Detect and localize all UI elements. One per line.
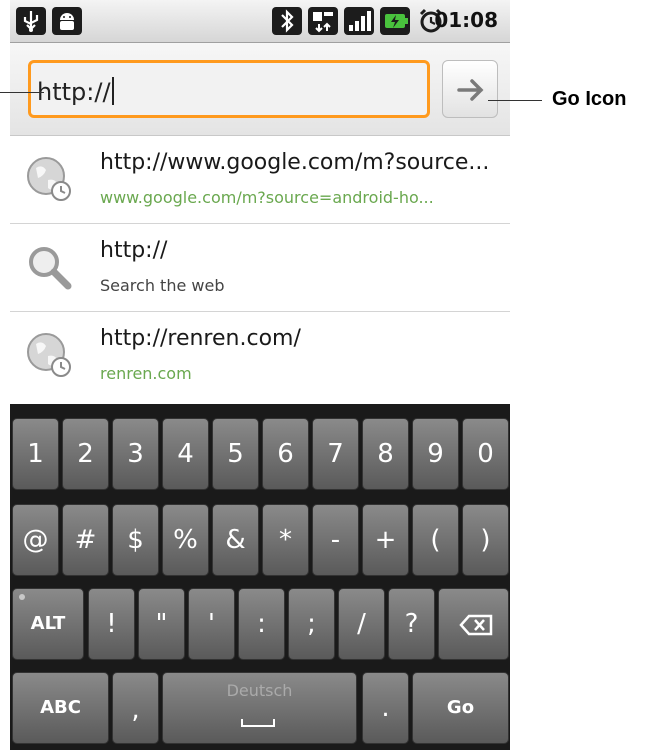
status-clock: 01:08	[434, 8, 498, 32]
key-question[interactable]: ?	[388, 588, 435, 660]
suggestion-title: http://www.google.com/m?source...	[100, 150, 490, 175]
go-icon-callout-line	[488, 100, 542, 101]
text-caret	[111, 77, 114, 105]
suggestion-title: http://renren.com/	[100, 326, 301, 351]
key-space[interactable]: Deutsch	[162, 672, 357, 744]
suggestion-item[interactable]: http://www.google.com/m?source... www.go…	[10, 136, 510, 224]
key-hash[interactable]: #	[62, 504, 109, 576]
key-7[interactable]: 7	[312, 418, 359, 490]
key-abc[interactable]: ABC	[12, 672, 109, 744]
url-callout-line	[0, 92, 44, 93]
key-8[interactable]: 8	[362, 418, 409, 490]
key-comma[interactable]: ,	[112, 672, 159, 744]
battery-charging-icon	[380, 7, 410, 35]
key-period[interactable]: .	[362, 672, 409, 744]
suggestion-url: www.google.com/m?source=android-ho...	[100, 188, 434, 207]
soft-keyboard: 1 2 3 4 5 6 7 8 9 0 @ # $ % & * - + ( ) …	[10, 404, 510, 750]
url-bar: http://	[10, 43, 510, 136]
key-slash[interactable]: /	[338, 588, 385, 660]
key-4[interactable]: 4	[162, 418, 209, 490]
key-go[interactable]: Go	[412, 672, 509, 744]
keyboard-language: Deutsch	[226, 681, 293, 700]
usb-icon	[16, 7, 46, 35]
key-asterisk[interactable]: *	[262, 504, 309, 576]
key-0[interactable]: 0	[462, 418, 509, 490]
android-debug-icon	[52, 7, 82, 35]
url-input[interactable]: http://	[28, 60, 430, 118]
search-icon	[24, 242, 74, 292]
suggestion-item[interactable]: http:// Search the web	[10, 224, 510, 312]
data-transfer-icon	[308, 7, 338, 35]
key-exclamation[interactable]: !	[88, 588, 135, 660]
key-colon[interactable]: :	[238, 588, 285, 660]
url-input-text: http://	[37, 78, 111, 106]
alt-indicator-dot	[19, 594, 25, 600]
go-icon-label: Go Icon	[552, 88, 627, 110]
key-close-paren[interactable]: )	[462, 504, 509, 576]
key-3[interactable]: 3	[112, 418, 159, 490]
suggestion-list: http://www.google.com/m?source... www.go…	[10, 136, 510, 404]
bluetooth-icon	[272, 7, 302, 35]
key-9[interactable]: 9	[412, 418, 459, 490]
key-alt[interactable]: ALT	[12, 588, 84, 660]
key-semicolon[interactable]: ;	[288, 588, 335, 660]
key-percent[interactable]: %	[162, 504, 209, 576]
key-dollar[interactable]: $	[112, 504, 159, 576]
key-open-paren[interactable]: (	[412, 504, 459, 576]
status-bar: 01:08	[10, 0, 510, 43]
key-apostrophe[interactable]: '	[188, 588, 235, 660]
suggestion-url: renren.com	[100, 364, 192, 383]
key-ampersand[interactable]: &	[212, 504, 259, 576]
suggestion-item[interactable]: http://renren.com/ renren.com	[10, 312, 510, 400]
key-1[interactable]: 1	[12, 418, 59, 490]
key-double-quote[interactable]: "	[138, 588, 185, 660]
globe-history-icon	[24, 154, 74, 204]
phone-screen: 01:08 http:// http://www.google.com/m?so…	[10, 0, 510, 750]
suggestion-subtitle: Search the web	[100, 276, 225, 295]
key-2[interactable]: 2	[62, 418, 109, 490]
globe-history-icon	[24, 330, 74, 380]
signal-bars-icon	[344, 7, 374, 35]
key-6[interactable]: 6	[262, 418, 309, 490]
key-at[interactable]: @	[12, 504, 59, 576]
go-button[interactable]	[442, 60, 498, 118]
key-5[interactable]: 5	[212, 418, 259, 490]
suggestion-title: http://	[100, 238, 168, 263]
space-icon	[241, 719, 275, 727]
key-plus[interactable]: +	[362, 504, 409, 576]
key-minus[interactable]: -	[312, 504, 359, 576]
key-delete[interactable]	[438, 588, 509, 660]
